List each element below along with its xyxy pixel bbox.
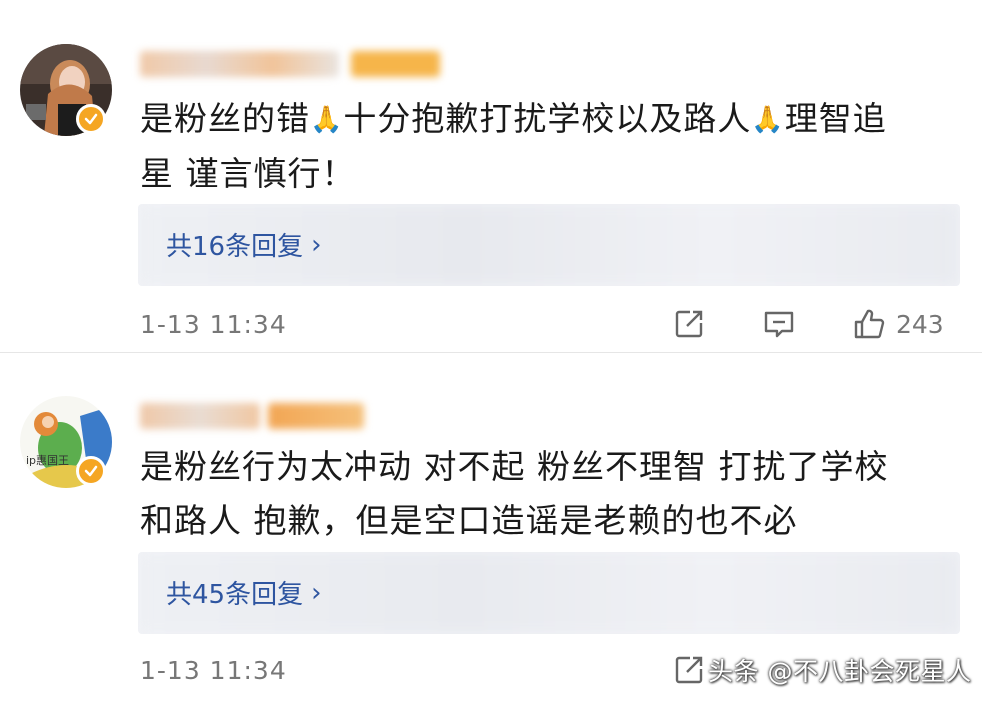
view-replies-link[interactable]: 共16条回复 › [166, 226, 322, 263]
comment-text: 是粉丝行为太冲动 对不起 粉丝不理智 打扰了学校 和路人 抱歉，但是空口造谣是老… [140, 447, 889, 540]
share-icon[interactable] [672, 653, 706, 687]
chevron-right-icon: › [311, 229, 322, 260]
svg-text:ip惠国王: ip惠国王 [26, 453, 69, 467]
username-blurred[interactable] [140, 44, 440, 84]
comment-meta: 1-13 11:34 243 [140, 302, 960, 346]
comment-actions: 243 [672, 302, 944, 346]
share-icon[interactable] [672, 307, 706, 341]
timestamp: 1-13 11:34 [140, 309, 287, 339]
chevron-right-icon: › [311, 577, 322, 608]
verified-badge-icon [76, 456, 106, 486]
comment-icon[interactable] [762, 307, 796, 341]
comment-item-1: 是粉丝的错🙏十分抱歉打扰学校以及路人🙏理智追 星 谨言慎行！ 共16条回复 › … [0, 0, 982, 352]
timestamp: 1-13 11:34 [140, 655, 287, 685]
thumbs-up-icon[interactable] [852, 307, 886, 341]
replies-box[interactable]: 共16条回复 › [138, 204, 960, 286]
comment-text: 是粉丝的错🙏十分抱歉打扰学校以及路人🙏理智追 星 谨言慎行！ [140, 92, 940, 201]
watermark: 头条 @不八卦会死星人 [708, 657, 972, 686]
folded-hands-emoji: 🙏 [310, 105, 344, 135]
view-replies-link[interactable]: 共45条回复 › [166, 574, 322, 611]
like-count: 243 [896, 309, 944, 339]
replies-box[interactable]: 共45条回复 › [138, 552, 960, 634]
folded-hands-emoji: 🙏 [751, 105, 785, 135]
username-blurred[interactable] [140, 396, 370, 436]
verified-badge-icon [76, 104, 106, 134]
